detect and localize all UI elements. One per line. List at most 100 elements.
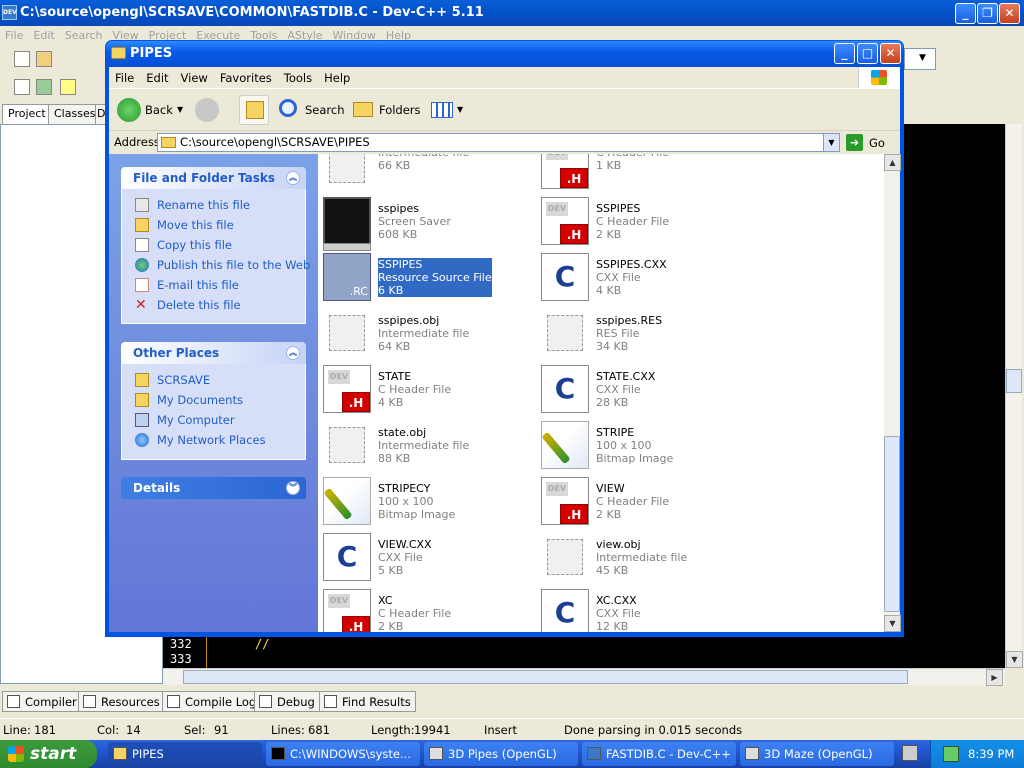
menu-file[interactable]: File	[0, 26, 28, 45]
taskbar-item-3d-pipes[interactable]: 3D Pipes (OpenGL)	[424, 742, 578, 766]
menu-search[interactable]: Search	[60, 26, 108, 45]
explorer-title-bar[interactable]: PIPES _ □ ✕	[106, 41, 903, 67]
tray-app-icon[interactable]	[943, 746, 959, 762]
status-line-label: Line:	[3, 723, 31, 737]
tab-project[interactable]: Project	[2, 104, 52, 124]
scroll-thumb[interactable]	[1006, 369, 1022, 393]
scroll-thumb[interactable]	[183, 670, 908, 684]
file-name: SSPIPES.CXX	[596, 258, 667, 271]
menu-edit[interactable]: Edit	[140, 67, 174, 89]
file-type: Intermediate file	[378, 439, 470, 452]
task-label: Delete this file	[157, 298, 241, 312]
menu-edit[interactable]: Edit	[28, 26, 59, 45]
forward-button[interactable]	[193, 95, 233, 125]
file-item[interactable]: C XC.CXX CXX File 12 KB	[539, 589, 749, 632]
collapse-icon[interactable]: ︽	[286, 171, 300, 185]
file-item[interactable]: C VIEW.CXX CXX File 5 KB	[321, 533, 531, 583]
address-input[interactable]: C:\source\opengl\SCRSAVE\PIPES ▼	[157, 133, 840, 152]
file-item[interactable]: state.obj Intermediate file 88 KB	[321, 421, 531, 471]
file-item[interactable]: STRIPECY 100 x 100 Bitmap Image	[321, 477, 531, 527]
file-item[interactable]: sspipes.RES RES File 34 KB	[539, 309, 749, 359]
status-lines: 681	[308, 723, 330, 737]
views-button[interactable]: ▼	[427, 95, 467, 125]
file-item[interactable]: sspipes Screen Saver 608 KB	[321, 197, 531, 251]
file-folder-tasks-header[interactable]: File and Folder Tasks ︽	[121, 167, 306, 189]
scroll-thumb[interactable]	[884, 436, 900, 612]
file-item[interactable]: .RC SSPIPES Resource Source File 6 KB	[321, 253, 531, 303]
file-list[interactable]: Intermediate file66 KBDEV.HC Header File…	[318, 154, 884, 632]
file-item[interactable]: DEV .H VIEW C Header File 2 KB	[539, 477, 749, 527]
menu-favorites[interactable]: Favorites	[214, 67, 278, 89]
back-label: Back	[145, 103, 173, 117]
collapse-icon[interactable]: ︽	[286, 346, 300, 360]
file-text: state.obj Intermediate file 88 KB	[378, 426, 469, 465]
file-item[interactable]: DEV .H XC C Header File 2 KB	[321, 589, 531, 632]
minimize-button[interactable]: _	[834, 43, 855, 64]
keyboard-icon[interactable]	[902, 745, 918, 761]
tab-find-results[interactable]: Find Results	[319, 691, 416, 712]
expand-icon[interactable]: ︾	[286, 481, 300, 495]
menu-view[interactable]: View	[175, 67, 214, 89]
tab-resources[interactable]: Resources	[78, 691, 165, 712]
tab-classes[interactable]: Classes	[48, 104, 102, 124]
task-label: E-mail this file	[157, 278, 239, 292]
scroll-right-icon[interactable]: ▶	[986, 669, 1003, 686]
new-file-icon[interactable]	[14, 51, 30, 67]
restore-button[interactable]: ❐	[977, 3, 998, 24]
file-list-scrollbar[interactable]: ▲ ▼	[884, 154, 901, 632]
tab-debug-output[interactable]: Debug	[254, 691, 320, 712]
chevron-down-icon: ▼	[177, 105, 184, 114]
console-icon	[271, 747, 285, 760]
menu-tools[interactable]: Tools	[278, 67, 318, 89]
details-header[interactable]: Details ︾	[121, 477, 306, 499]
file-item[interactable]: DEV.H C Header File1 KB	[539, 154, 749, 191]
file-name: state.obj	[378, 426, 427, 439]
file-item[interactable]: C STATE.CXX CXX File 28 KB	[539, 365, 749, 415]
file-size: Bitmap Image	[596, 452, 674, 465]
minimize-button[interactable]: _	[955, 3, 976, 24]
editor-vertical-scrollbar[interactable]: ▼	[1005, 124, 1023, 668]
folders-button[interactable]: Folders	[349, 95, 421, 125]
unindent-icon[interactable]	[36, 79, 52, 95]
close-button[interactable]: ✕	[999, 3, 1020, 24]
tab-compile-log[interactable]: Compile Log	[162, 691, 262, 712]
go-button[interactable]: ➜ Go	[846, 133, 896, 152]
up-folder-button[interactable]	[239, 95, 269, 125]
close-button[interactable]: ✕	[880, 43, 901, 64]
taskbar-item-devcpp[interactable]: FASTDIB.C - Dev-C++	[582, 742, 736, 766]
tab-compiler[interactable]: Compiler	[2, 691, 82, 712]
start-button[interactable]: start	[0, 740, 97, 768]
other-places-header[interactable]: Other Places ︽	[121, 342, 306, 364]
chevron-down-icon[interactable]: ▼	[823, 134, 839, 151]
devcpp-compiler-combo[interactable]: ▼	[904, 48, 936, 70]
status-mode: Insert	[484, 723, 517, 737]
file-item[interactable]: C SSPIPES.CXX CXX File 4 KB	[539, 253, 749, 303]
search-button[interactable]: Search	[277, 95, 345, 125]
file-item[interactable]: STRIPE 100 x 100 Bitmap Image	[539, 421, 749, 471]
file-item[interactable]: view.obj Intermediate file 45 KB	[539, 533, 749, 583]
file-item[interactable]: Intermediate file66 KB	[321, 154, 531, 191]
file-text: XC.CXX CXX File 12 KB	[596, 594, 641, 632]
open-file-icon[interactable]	[36, 51, 52, 67]
menu-help[interactable]: Help	[318, 67, 356, 89]
editor-horizontal-scrollbar[interactable]: ▶	[163, 668, 1005, 686]
scroll-up-icon[interactable]: ▲	[884, 154, 901, 171]
bookmark-icon[interactable]	[60, 79, 76, 95]
taskbar-item-3d-maze[interactable]: 3D Maze (OpenGL)	[740, 742, 894, 766]
file-item[interactable]: DEV .H STATE C Header File 4 KB	[321, 365, 531, 415]
indent-icon[interactable]	[14, 79, 30, 95]
scroll-down-icon[interactable]: ▼	[1006, 651, 1023, 668]
clock[interactable]: 8:39 PM	[968, 747, 1014, 761]
taskbar-item-cmd[interactable]: C:\WINDOWS\syste...	[266, 742, 420, 766]
file-item[interactable]: sspipes.obj Intermediate file 64 KB	[321, 309, 531, 359]
menu-file[interactable]: File	[109, 67, 140, 89]
file-item[interactable]: DEV .H SSPIPES C Header File 2 KB	[539, 197, 749, 247]
back-button[interactable]: Back ▼	[115, 95, 187, 125]
devcpp-side-tabs: Project Classes D	[0, 102, 106, 124]
taskbar-item-pipes[interactable]: PIPES	[108, 742, 262, 766]
file-text: SSPIPES C Header File 2 KB	[596, 202, 669, 241]
scroll-down-icon[interactable]: ▼	[884, 615, 901, 632]
line-number: 332	[170, 637, 192, 651]
maximize-button[interactable]: □	[857, 43, 878, 64]
devcpp-title-bar[interactable]: DEV C:\source\opengl\SCRSAVE\COMMON\FAST…	[0, 0, 1024, 26]
